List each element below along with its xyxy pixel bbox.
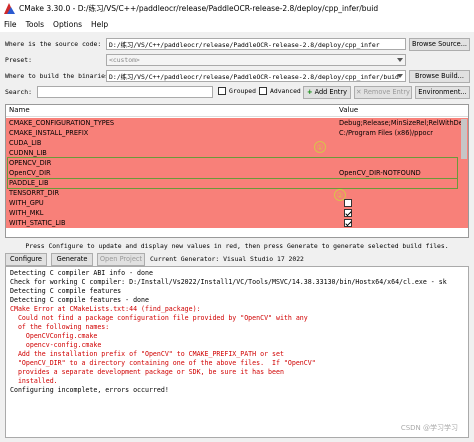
preset-value: <custom> bbox=[109, 56, 140, 64]
menu-tools[interactable]: Tools bbox=[26, 20, 44, 29]
row-name: CMAKE_CONFIGURATION_TYPES bbox=[9, 119, 115, 127]
search-input[interactable] bbox=[37, 86, 213, 98]
table-row[interactable]: CUDA_LIB bbox=[6, 138, 468, 148]
table-row[interactable]: CMAKE_CONFIGURATION_TYPES Debug;Release;… bbox=[6, 118, 468, 128]
plus-icon: + bbox=[307, 88, 313, 96]
log-line-error: opencv-config.cmake bbox=[10, 341, 102, 349]
add-entry-button[interactable]: + Add Entry bbox=[303, 85, 351, 99]
row-checkbox[interactable] bbox=[344, 199, 352, 207]
menu-bar: File Tools Options Help bbox=[0, 16, 474, 32]
grouped-box bbox=[218, 87, 226, 95]
remove-icon: ✕ bbox=[356, 88, 362, 96]
grouped-label: Grouped bbox=[229, 87, 256, 95]
log-line-error: of the following names: bbox=[10, 323, 110, 331]
log-line: Detecting C compiler ABI info - done bbox=[10, 269, 153, 277]
search-row: Search: Grouped Advanced + Add Entry ✕ R… bbox=[0, 85, 474, 99]
row-name: CMAKE_INSTALL_PREFIX bbox=[9, 129, 89, 137]
column-value-header[interactable]: Value bbox=[339, 106, 358, 114]
preset-select[interactable]: <custom> bbox=[106, 54, 406, 66]
row-name: WITH_GPU bbox=[9, 199, 44, 207]
preset-label: Preset: bbox=[5, 56, 32, 64]
build-path-value: D:/练习/VS/C++/paddleocr/release/PaddleOCR… bbox=[109, 72, 399, 81]
log-line: Detecting C compile features bbox=[10, 287, 122, 295]
menu-help[interactable]: Help bbox=[91, 20, 108, 29]
cmake-logo-icon bbox=[4, 2, 15, 14]
cache-table[interactable]: Name Value CMAKE_CONFIGURATION_TYPES Deb… bbox=[5, 104, 469, 238]
log-line-error: OpenCVConfig.cmake bbox=[10, 332, 98, 340]
preset-row: Preset: <custom> bbox=[0, 53, 474, 67]
log-line-error: provides a separate development package … bbox=[10, 368, 284, 376]
current-generator-label: Current Generator: Visual Studio 17 2022 bbox=[150, 255, 304, 263]
remove-entry-button[interactable]: ✕ Remove Entry bbox=[354, 85, 412, 99]
title-bar: CMake 3.30.0 - D:/练习/VS/C++/paddleocr/re… bbox=[0, 0, 474, 16]
source-row: Where is the source code: D:/练习/VS/C++/p… bbox=[0, 37, 474, 51]
row-checkbox[interactable] bbox=[344, 209, 352, 217]
menu-options[interactable]: Options bbox=[53, 20, 82, 29]
highlight-box-2 bbox=[7, 178, 458, 189]
browse-source-button[interactable]: Browse Source... bbox=[409, 37, 470, 51]
table-row[interactable]: CMAKE_INSTALL_PREFIX C:/Program Files (x… bbox=[6, 128, 468, 138]
build-row: Where to build the binaries: D:/练习/VS/C+… bbox=[0, 69, 474, 83]
log-line: Configuring incomplete, errors occurred! bbox=[10, 386, 169, 394]
environment-button[interactable]: Environment... bbox=[415, 85, 470, 99]
row-name: WITH_MKL bbox=[9, 209, 44, 217]
watermark: CSDN @学习学习 bbox=[400, 424, 458, 432]
column-name-header[interactable]: Name bbox=[9, 106, 30, 114]
row-name: WITH_STATIC_LIB bbox=[9, 219, 66, 227]
remove-entry-label: Remove Entry bbox=[363, 88, 410, 96]
log-line-error: Add the installation prefix of "OpenCV" … bbox=[10, 350, 284, 358]
search-label: Search: bbox=[5, 88, 32, 96]
log-line-error: "OpenCV_DIR" to a directory containing o… bbox=[10, 359, 316, 367]
row-value: Debug;Release;MinSizeRel;RelWithDeb bbox=[339, 119, 467, 127]
log-line: Check for working C compiler: D:/Install… bbox=[10, 278, 447, 286]
table-row[interactable]: WITH_MKL bbox=[6, 208, 468, 218]
configure-hint-text: Press Configure to update and display ne… bbox=[25, 242, 449, 250]
table-scrollbar[interactable] bbox=[461, 119, 467, 159]
table-header: Name Value bbox=[6, 105, 468, 117]
add-entry-label: Add Entry bbox=[314, 88, 347, 96]
table-row[interactable]: WITH_STATIC_LIB bbox=[6, 218, 468, 228]
log-line-error: Could not find a package configuration f… bbox=[10, 314, 308, 322]
advanced-label: Advanced bbox=[270, 87, 301, 95]
action-row: Configure Generate Open Project Current … bbox=[0, 252, 474, 266]
chevron-down-icon bbox=[397, 58, 403, 62]
advanced-checkbox[interactable]: Advanced bbox=[259, 87, 301, 95]
annotation-marker-2: ② bbox=[334, 189, 346, 201]
table-row[interactable]: WITH_GPU bbox=[6, 198, 468, 208]
window-title: CMake 3.30.0 - D:/练习/VS/C++/paddleocr/re… bbox=[19, 3, 379, 13]
browse-build-button[interactable]: Browse Build... bbox=[409, 69, 470, 83]
open-project-button[interactable]: Open Project bbox=[97, 252, 145, 266]
menu-file[interactable]: File bbox=[4, 20, 17, 29]
table-row[interactable]: TENSORRT_DIR bbox=[6, 188, 468, 198]
highlight-box-1 bbox=[7, 157, 458, 179]
configure-button[interactable]: Configure bbox=[5, 252, 47, 266]
row-name: TENSORRT_DIR bbox=[9, 189, 60, 197]
row-name: CUDA_LIB bbox=[9, 139, 42, 147]
advanced-box bbox=[259, 87, 267, 95]
log-line-error: installed. bbox=[10, 377, 58, 385]
generate-button[interactable]: Generate bbox=[51, 252, 93, 266]
source-path-input[interactable]: D:/练习/VS/C++/paddleocr/release/PaddleOCR… bbox=[106, 38, 406, 50]
log-line-error: CMake Error at CMakeLists.txt:44 (find_p… bbox=[10, 305, 201, 313]
annotation-marker-1: ① bbox=[314, 141, 326, 153]
row-value: C:/Program Files (x86)/ppocr bbox=[339, 129, 433, 137]
row-checkbox[interactable] bbox=[344, 219, 352, 227]
grouped-checkbox[interactable]: Grouped bbox=[218, 87, 256, 95]
build-label: Where to build the binaries: bbox=[5, 72, 113, 80]
log-line: Detecting C compile features - done bbox=[10, 296, 149, 304]
build-path-input[interactable]: D:/练习/VS/C++/paddleocr/release/PaddleOCR… bbox=[106, 70, 406, 82]
source-label: Where is the source code: bbox=[5, 40, 102, 48]
row-name: CUDNN_LIB bbox=[9, 149, 47, 157]
output-log[interactable]: Detecting C compiler ABI info - done Che… bbox=[5, 266, 469, 438]
chevron-down-icon bbox=[397, 74, 403, 78]
